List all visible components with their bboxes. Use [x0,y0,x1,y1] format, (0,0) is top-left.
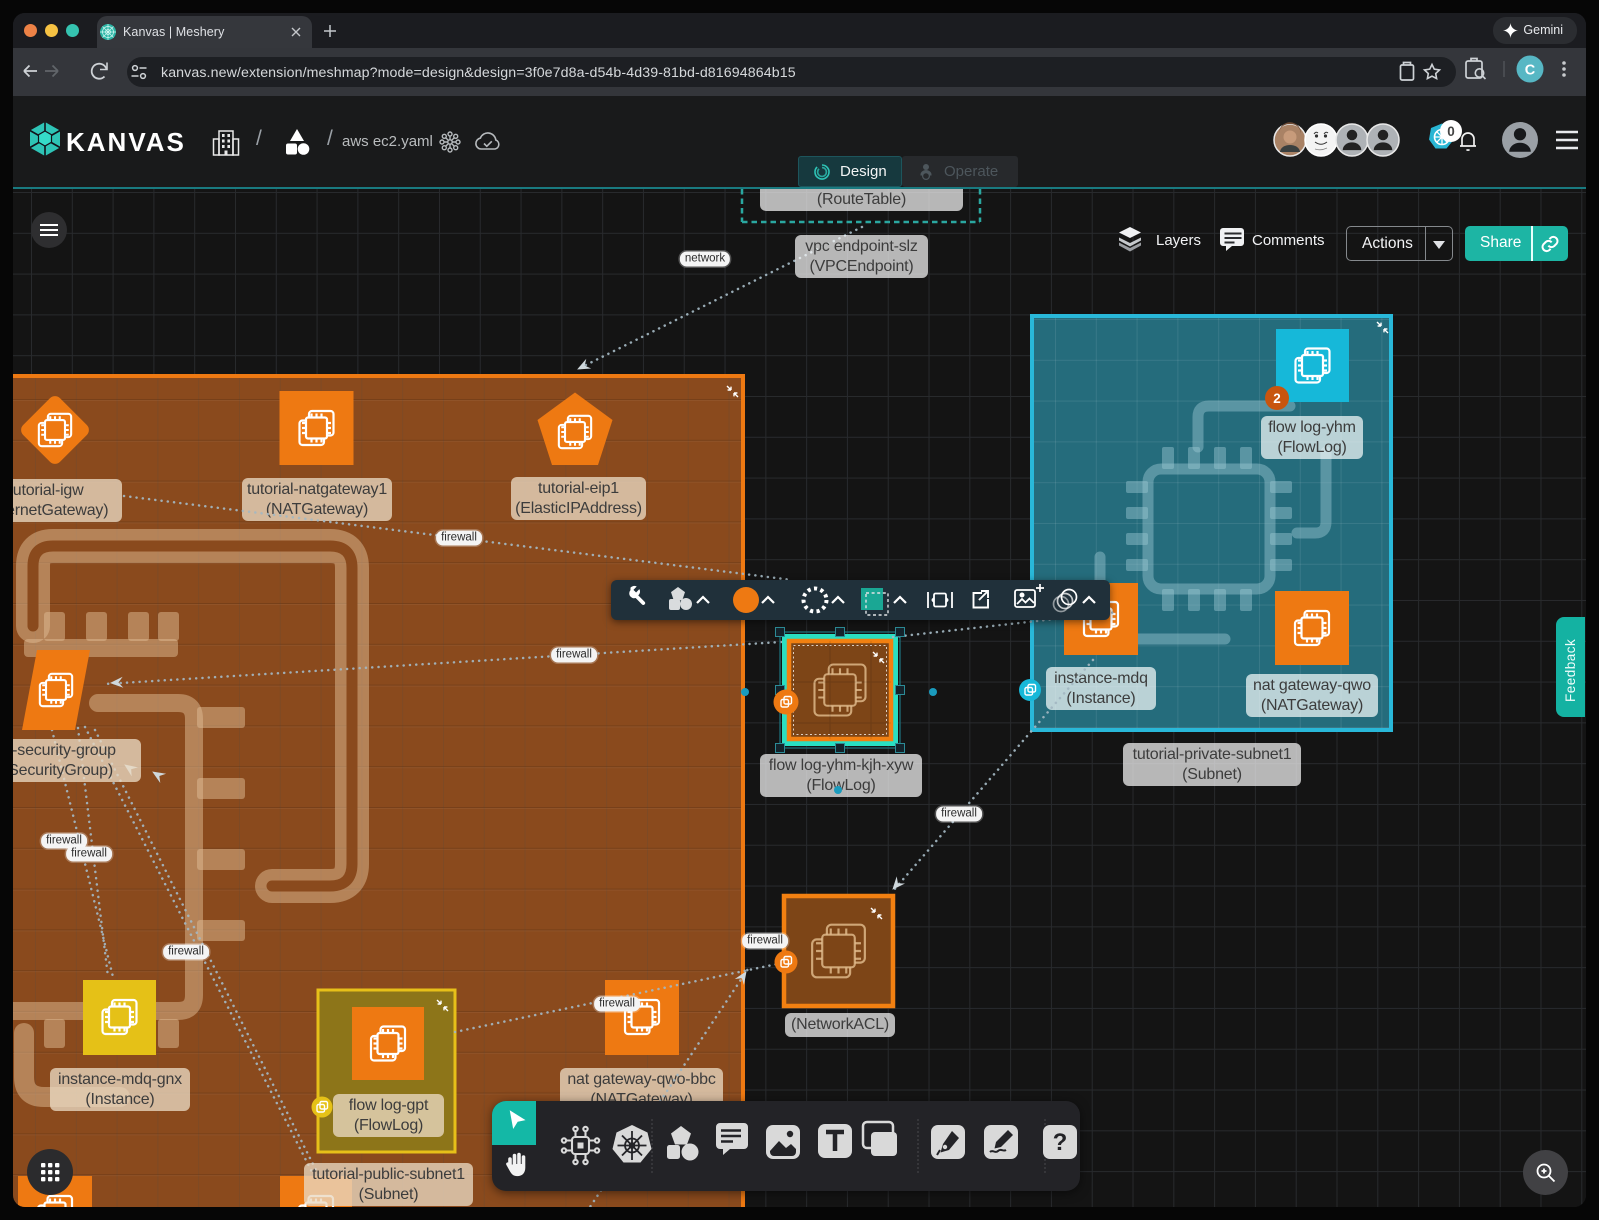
svg-text:?: ? [1053,1129,1068,1156]
svg-text:2: 2 [1273,391,1281,406]
svg-text:Comments: Comments [1252,232,1325,249]
svg-text:C: C [1525,63,1536,79]
svg-text:Layers: Layers [1156,232,1201,249]
svg-text:0: 0 [1447,124,1455,139]
